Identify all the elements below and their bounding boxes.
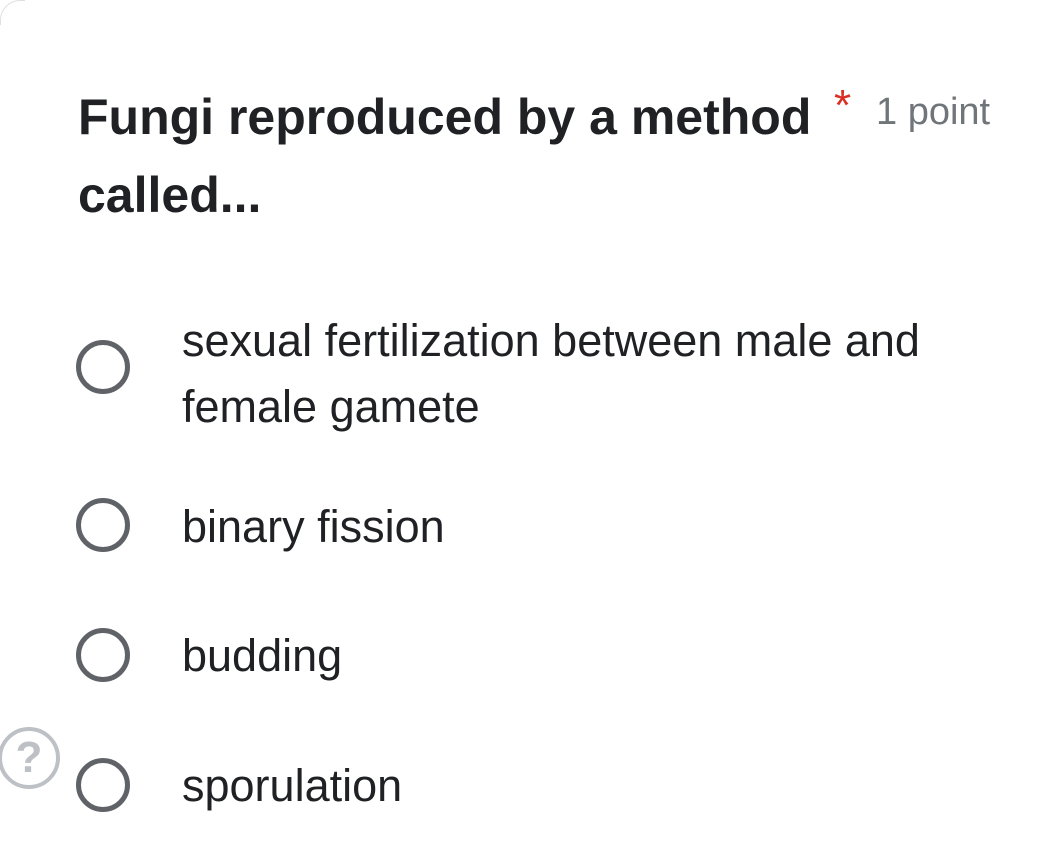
card-corner bbox=[0, 0, 25, 25]
question-card: Fungi reproduced by a method called... *… bbox=[0, 0, 1041, 852]
radio-button[interactable] bbox=[76, 340, 130, 394]
radio-button[interactable] bbox=[76, 758, 130, 812]
option-label: sporulation bbox=[182, 760, 403, 811]
question-title: Fungi reproduced by a method called... bbox=[78, 89, 812, 223]
option-label: budding bbox=[182, 630, 343, 681]
required-asterisk: * bbox=[834, 81, 852, 130]
option-sporulation[interactable]: sporulation bbox=[76, 753, 1006, 819]
option-binary-fission[interactable]: binary fission bbox=[76, 494, 1006, 560]
option-label: binary fission bbox=[182, 501, 445, 552]
radio-button[interactable] bbox=[76, 498, 130, 552]
option-budding[interactable]: budding bbox=[76, 623, 1006, 689]
option-sexual-fertilization[interactable]: sexual fertilization between male and fe… bbox=[76, 308, 1006, 440]
points-label: 1 point bbox=[876, 91, 991, 133]
radio-button[interactable] bbox=[76, 628, 130, 682]
option-label: sexual fertilization between male and fe… bbox=[182, 315, 920, 432]
help-icon[interactable]: ? bbox=[0, 727, 60, 789]
